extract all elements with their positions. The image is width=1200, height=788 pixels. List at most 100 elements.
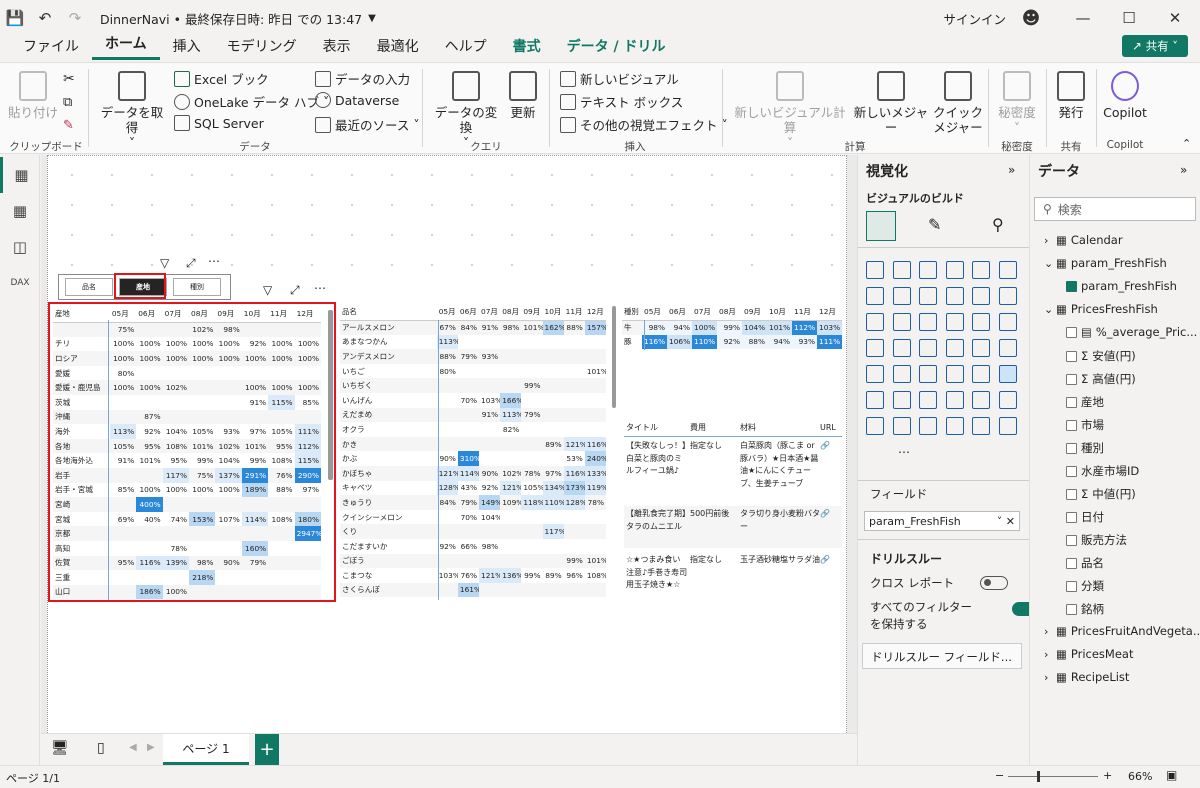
table-row[interactable]: 高知 78% 160% [53, 540, 321, 556]
decomposition-tree-icon[interactable] [945, 391, 964, 409]
table-row[interactable]: こだますいか 92% 66% 98% [340, 539, 606, 554]
field-list-item[interactable]: › ▦ PricesMeat [1044, 647, 1133, 661]
stacked-bar-icon[interactable] [866, 261, 884, 279]
table-row[interactable]: かぼちゃ 121% 114% 90% 102% 78% 97% 116% 133% [340, 465, 606, 481]
field-checkbox[interactable] [1066, 350, 1077, 362]
field-checkbox[interactable] [1066, 373, 1077, 385]
field-list-item[interactable]: › ▦ RecipeList [1044, 670, 1129, 684]
tab-modeling[interactable]: モデリング [214, 36, 310, 60]
table-row[interactable]: いちぢく 99% [340, 378, 606, 393]
month-header[interactable]: 05月 [642, 304, 667, 320]
field-list-item[interactable]: › ▦ PricesFruitAndVegeta... [1044, 624, 1200, 638]
field-list-item[interactable]: 産地 [1066, 394, 1104, 410]
table-row[interactable]: 沖縄 87% [53, 409, 321, 425]
table-row[interactable]: 佐賀 95% 116% 139% 98% 90% 79% [53, 555, 321, 571]
excel-button[interactable]: Excel ブック [174, 69, 269, 88]
kpi-icon[interactable] [919, 365, 937, 383]
chevron-down-icon[interactable]: ⌄ [1044, 257, 1053, 270]
funnel-icon[interactable] [892, 313, 911, 331]
field-list-item[interactable]: 販売方法 [1066, 532, 1127, 548]
tab-home[interactable]: ホーム [92, 33, 160, 60]
month-header[interactable]: 09月 [215, 306, 241, 322]
close-icon[interactable]: ✕ [1160, 3, 1190, 33]
zoom-slider-thumb[interactable] [1037, 771, 1040, 782]
link-icon[interactable]: 🔗 [820, 554, 830, 567]
table-row[interactable]: 牛 98% 94% 100% 99% 104% 101% 112% 103% [622, 320, 842, 335]
sql-button[interactable]: SQL Server [174, 115, 264, 131]
slicer-chip-hinmei[interactable]: 品名 [65, 278, 113, 296]
map-icon[interactable] [866, 339, 884, 357]
account-icon[interactable]: ☻ [1016, 3, 1046, 33]
table-row[interactable]: ロシア 100% 100% 100% 100% 100% 100% 100% 100% [53, 351, 321, 366]
arcgis-map-icon[interactable] [972, 339, 990, 357]
table-row[interactable]: 三重 218% [53, 570, 321, 585]
collapse-ribbon-icon[interactable]: ⌃ [1182, 137, 1191, 150]
table-row[interactable]: きゅうり 84% 79% 149% 109% 118% 110% 128% 78% [340, 495, 606, 510]
donut-icon[interactable] [972, 313, 990, 331]
field-checkbox[interactable] [1066, 326, 1077, 338]
area-icon[interactable] [892, 287, 911, 305]
field-checkbox[interactable] [1066, 603, 1077, 615]
minimize-icon[interactable]: — [1068, 3, 1098, 33]
field-list-item[interactable]: Σ 高値(円) [1066, 371, 1136, 387]
field-list-item[interactable]: ⌄ ▦ param_FreshFish [1044, 256, 1167, 270]
share-button[interactable]: ↗ 共有 ˅ [1122, 35, 1188, 57]
field-list-item[interactable]: Σ 中値(円) [1066, 486, 1136, 502]
table-row[interactable]: ごぼう 99% 101% [340, 553, 606, 569]
row-header[interactable]: 産地 [53, 306, 110, 322]
table-row[interactable]: 各地 105% 95% 108% 101% 102% 101% 95% 112% [53, 438, 321, 454]
cross-report-toggle[interactable] [980, 575, 1008, 590]
next-page-icon[interactable]: ▶ [147, 742, 155, 753]
tab-format[interactable]: 書式 [500, 36, 554, 60]
gauge-icon[interactable] [998, 339, 1017, 357]
table-row[interactable]: 岩手 117% 75% 137% 291% 76% 290% [53, 467, 321, 483]
table-row[interactable]: 宮城 69% 40% 74% 153% 107% 114% 108% 180% [53, 511, 321, 527]
quick-measure-button[interactable]: クイック メジャー [930, 71, 986, 135]
slicer-chip-shubetsu[interactable]: 種別 [173, 278, 221, 296]
collapse-pane-icon[interactable]: » [1180, 163, 1187, 177]
chevron-right-icon[interactable]: › [1044, 648, 1052, 661]
field-list-item[interactable]: 種別 [1066, 440, 1104, 456]
month-header[interactable]: 10月 [767, 304, 792, 320]
data-search-input[interactable]: ⚲ 検索 [1034, 197, 1196, 221]
table-row[interactable]: 岩手・宮城 85% 100% 100% 100% 100% 189% 88% 97% [53, 482, 321, 498]
table-row[interactable]: アンデスメロン 88% 79% 93% [340, 349, 606, 364]
table-row[interactable]: くり 117% [340, 524, 606, 539]
tab-optimize[interactable]: 最適化 [364, 36, 432, 60]
table-row[interactable]: 宮崎 400% [53, 497, 321, 512]
goals-icon[interactable] [866, 417, 884, 435]
chevron-down-icon[interactable]: ⌄ [1044, 303, 1053, 316]
chevron-right-icon[interactable]: › [1044, 671, 1052, 684]
table-row[interactable]: 愛媛 80% [53, 366, 321, 381]
row-header[interactable]: 種別 [622, 304, 642, 320]
table-row[interactable]: あまなつかん 113% [340, 334, 606, 350]
copy-icon[interactable]: ⧉ [63, 95, 72, 110]
add-page-button[interactable]: + [255, 734, 279, 765]
field-checkbox[interactable] [1066, 534, 1077, 546]
stacked-area-icon[interactable] [919, 287, 937, 305]
table-row[interactable]: 豚 116% 106% 110% 92% 88% 94% 93% 111% [622, 334, 842, 350]
month-header[interactable]: 09月 [521, 304, 542, 320]
fit-page-icon[interactable]: ▣ [1166, 768, 1177, 782]
table-row[interactable]: 京都 2947% [53, 526, 321, 541]
matrix-icon[interactable] [998, 365, 1017, 383]
month-header[interactable]: 08月 [189, 306, 215, 322]
card-icon[interactable] [866, 365, 884, 383]
more-options-icon[interactable]: ⋯ [208, 254, 220, 268]
dataverse-button[interactable]: Dataverse [315, 92, 399, 108]
line-column-icon[interactable] [945, 287, 964, 305]
month-header[interactable]: 08月 [717, 304, 742, 320]
cut-icon[interactable]: ✂ [63, 71, 75, 87]
ribbon-icon[interactable] [998, 287, 1017, 305]
new-measure-button[interactable]: 新しいメジャー [852, 71, 930, 135]
more-icon[interactable]: ⋯ [898, 445, 910, 459]
paginated-icon[interactable] [892, 417, 911, 435]
onelake-button[interactable]: OneLake データ ハブ ˅ [174, 92, 329, 111]
treemap-icon[interactable] [998, 313, 1017, 331]
scrollbar[interactable] [328, 310, 333, 480]
table-row[interactable]: 茨城 91% 115% 85% [53, 394, 321, 410]
month-header[interactable]: 12月 [585, 304, 606, 320]
scatter-icon[interactable] [919, 313, 937, 331]
month-header[interactable]: 12月 [817, 304, 842, 320]
shape-map-icon[interactable] [945, 339, 964, 357]
